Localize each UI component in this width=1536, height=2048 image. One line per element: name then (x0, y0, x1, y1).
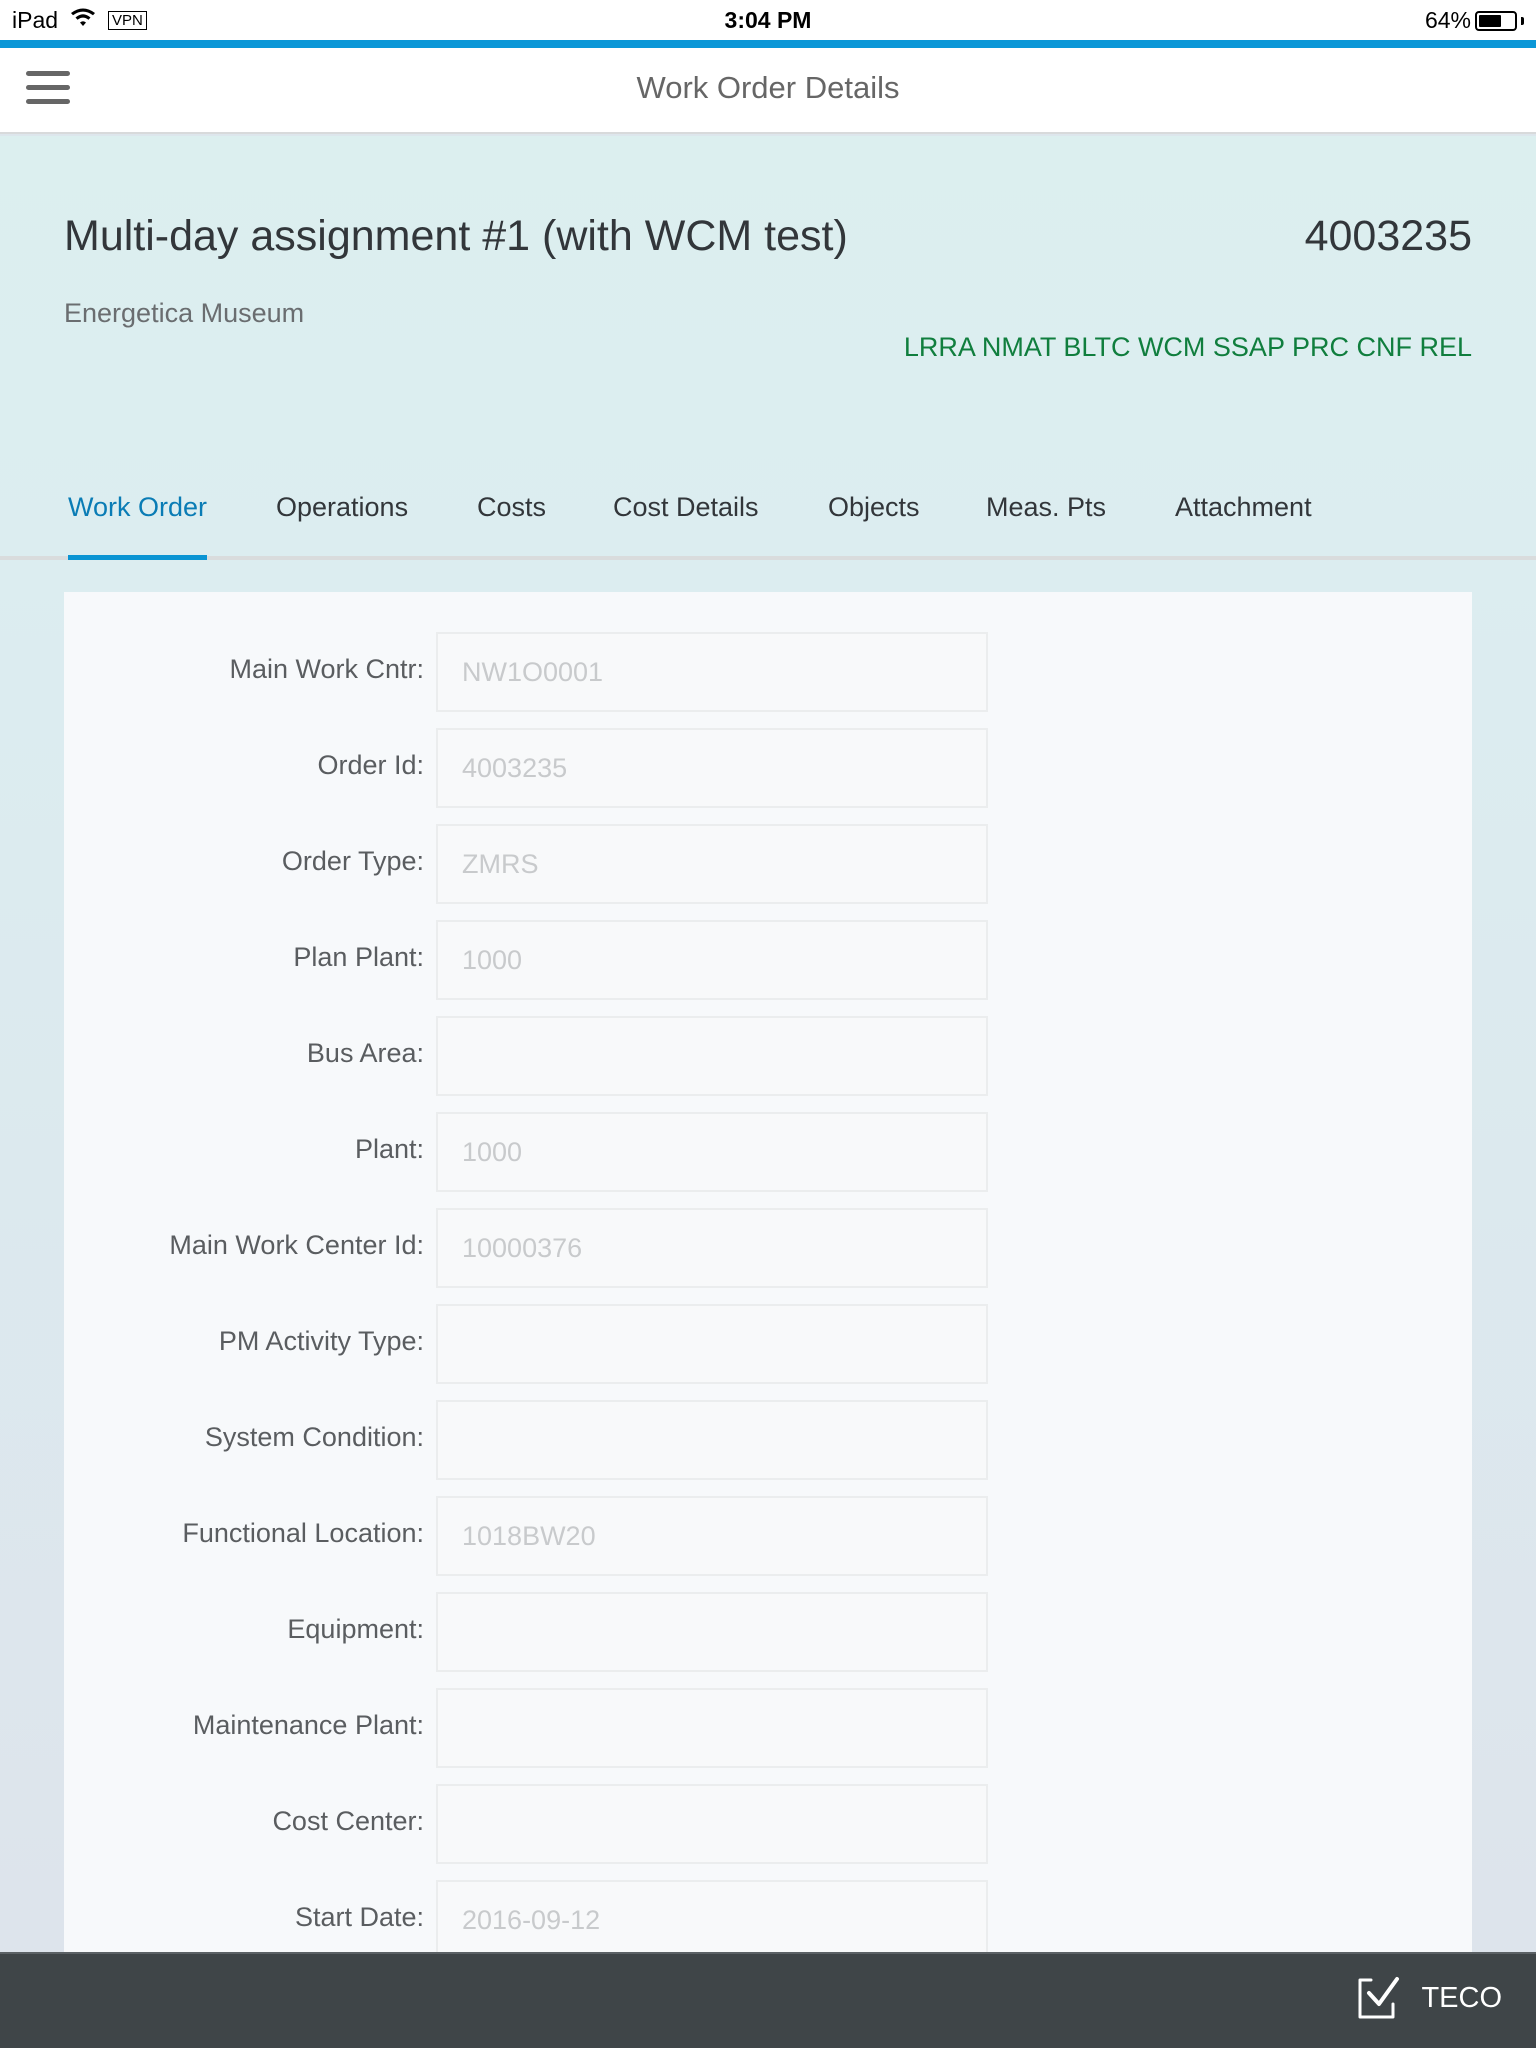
plan-plant-field[interactable] (436, 920, 988, 1000)
nav-bar: Work Order Details (0, 48, 1536, 134)
field-label: Cost Center: (272, 1806, 424, 1836)
form-row-cost-center: Cost Center: (64, 1784, 1472, 1864)
field-label: Plan Plant: (293, 942, 424, 972)
status-bar: iPad VPN 3:04 PM 64% (0, 0, 1536, 40)
work-order-form: Main Work Cntr: Order Id: Order Type: Pl… (64, 592, 1472, 1992)
tab-cost-details[interactable]: Cost Details (613, 476, 759, 560)
bus-area-field[interactable] (436, 1016, 988, 1096)
tab-bar: Work Order Operations Costs Cost Details… (0, 476, 1536, 560)
field-label: Equipment: (287, 1614, 424, 1644)
field-label: Functional Location: (182, 1518, 424, 1548)
tab-attachment[interactable]: Attachment (1175, 476, 1312, 560)
pm-activity-type-field[interactable] (436, 1304, 988, 1384)
work-order-number: 4003235 (1304, 212, 1472, 260)
form-row-order-type: Order Type: (64, 824, 1472, 904)
page-title: Work Order Details (636, 70, 900, 105)
field-label: Start Date: (294, 1902, 424, 1932)
form-row-functional-location: Functional Location: (64, 1496, 1472, 1576)
work-order-status-codes: LRRA NMAT BLTC WCM SSAP PRC CNF REL (903, 332, 1472, 362)
main-work-cntr-field[interactable] (436, 632, 988, 712)
field-label: Bus Area: (306, 1038, 424, 1068)
equipment-field[interactable] (436, 1592, 988, 1672)
checkbox-checked-icon (1357, 1976, 1403, 2020)
order-type-field[interactable] (436, 824, 988, 904)
form-row-main-work-center-id: Main Work Center Id: (64, 1208, 1472, 1288)
work-order-title: Multi-day assignment #1 (with WCM test) (64, 212, 848, 260)
footer-toolbar: TECO (0, 1952, 1536, 2048)
form-row-main-work-cntr: Main Work Cntr: (64, 632, 1472, 712)
field-label: Order Type: (281, 846, 424, 876)
clock: 3:04 PM (724, 7, 812, 33)
form-row-plan-plant: Plan Plant: (64, 920, 1472, 1000)
field-label: Main Work Cntr: (229, 654, 424, 684)
tab-costs[interactable]: Costs (477, 476, 546, 560)
functional-location-field[interactable] (436, 1496, 988, 1576)
field-label: Order Id: (317, 750, 424, 780)
form-row-bus-area: Bus Area: (64, 1016, 1472, 1096)
tab-objects[interactable]: Objects (828, 476, 920, 560)
battery-percent: 64% (1424, 7, 1471, 33)
form-row-start-date: Start Date: (64, 1880, 1472, 1960)
battery-level (1479, 14, 1501, 27)
form-row-system-condition: System Condition: (64, 1400, 1472, 1480)
field-label: System Condition: (204, 1422, 424, 1452)
teco-button[interactable]: TECO (1357, 1976, 1502, 2020)
teco-label: TECO (1421, 1981, 1502, 2014)
field-label: Plant: (354, 1134, 424, 1164)
work-order-header: Multi-day assignment #1 (with WCM test) … (0, 136, 1536, 560)
form-row-pm-activity-type: PM Activity Type: (64, 1304, 1472, 1384)
cost-center-field[interactable] (436, 1784, 988, 1864)
accent-line (0, 40, 1536, 48)
form-row-plant: Plant: (64, 1112, 1472, 1192)
tab-operations[interactable]: Operations (276, 476, 408, 560)
tab-meas-pts[interactable]: Meas. Pts (986, 476, 1106, 560)
start-date-field[interactable] (436, 1880, 988, 1960)
order-id-field[interactable] (436, 728, 988, 808)
form-row-maintenance-plant: Maintenance Plant: (64, 1688, 1472, 1768)
plant-field[interactable] (436, 1112, 988, 1192)
battery-tip (1521, 16, 1524, 25)
maintenance-plant-field[interactable] (436, 1688, 988, 1768)
work-order-location: Energetica Museum (64, 298, 305, 328)
battery-icon (1475, 10, 1517, 31)
form-row-order-id: Order Id: (64, 728, 1472, 808)
form-row-equipment: Equipment: (64, 1592, 1472, 1672)
field-label: PM Activity Type: (218, 1326, 424, 1356)
tab-work-order[interactable]: Work Order (68, 476, 208, 560)
field-label: Main Work Center Id: (169, 1230, 424, 1260)
system-condition-field[interactable] (436, 1400, 988, 1480)
main-work-center-id-field[interactable] (436, 1208, 988, 1288)
field-label: Maintenance Plant: (192, 1710, 424, 1740)
